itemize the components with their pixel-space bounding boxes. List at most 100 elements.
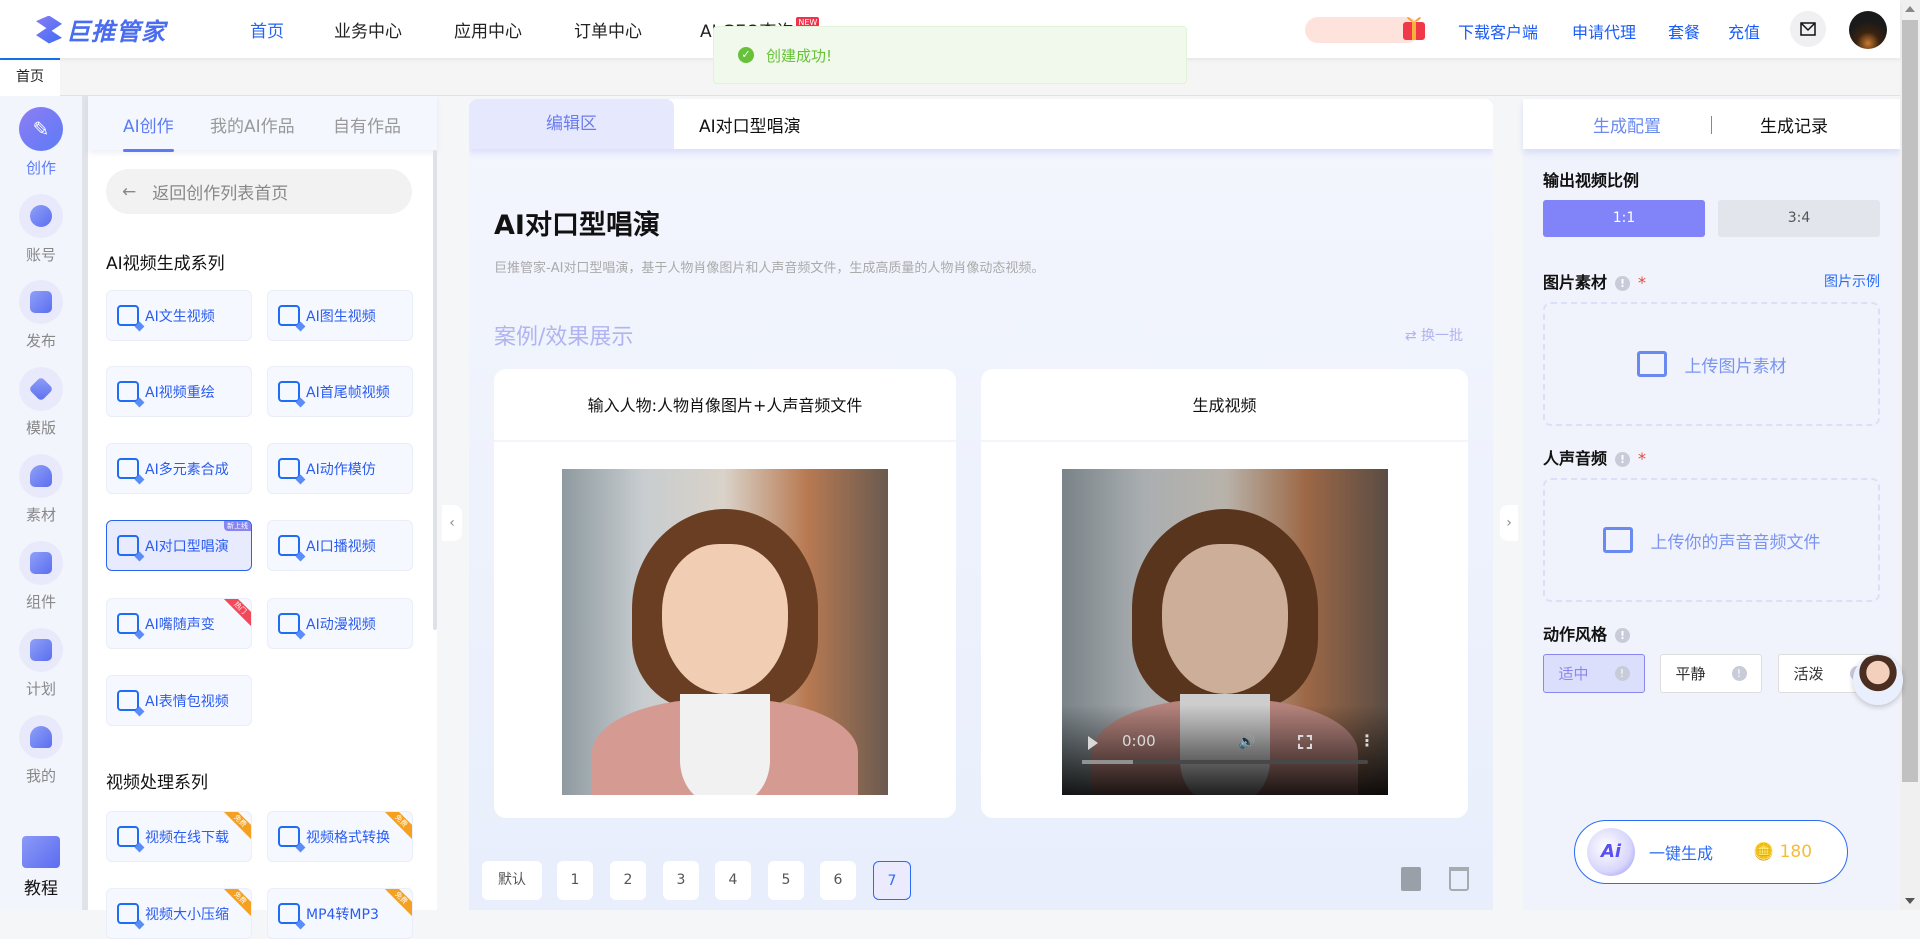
feature-talking-video[interactable]: AI口播视频 (267, 520, 413, 571)
editor-area: 编辑区 AI对口型唱演 AI对口型唱演 巨推管家-AI对口型唱演，基于人物肖像图… (469, 99, 1493, 910)
rail-item-account[interactable]: 账号 (0, 194, 82, 265)
page-7[interactable]: 7 (873, 861, 911, 900)
feature-motion-imitation[interactable]: AI动作模仿 (267, 443, 413, 494)
feature-video-download[interactable]: 视频在线下载 免费 (106, 811, 252, 862)
puzzle-icon (19, 541, 63, 585)
gift-icon[interactable] (1400, 10, 1428, 42)
tab-own-works[interactable]: 自有作品 (333, 112, 401, 137)
ratio-1-1-button[interactable]: 1:1 (1543, 200, 1705, 237)
style-moderate[interactable]: 适中! (1543, 654, 1645, 693)
text-video-icon (117, 305, 139, 326)
refresh-batch-button[interactable]: ⇄ 换一批 (1405, 325, 1463, 345)
tab-my-ai-works[interactable]: 我的AI作品 (210, 112, 295, 137)
new-tag: 新上线 (224, 521, 251, 531)
feature-emoji-video[interactable]: AI表情包视频 (106, 675, 252, 726)
page-4[interactable]: 4 (715, 861, 751, 900)
feature-text-to-video[interactable]: AI文生视频 (106, 290, 252, 341)
page-6[interactable]: 6 (820, 861, 856, 900)
page-3[interactable]: 3 (663, 861, 699, 900)
rail-item-mine[interactable]: 我的 (0, 715, 82, 786)
page-2[interactable]: 2 (610, 861, 646, 900)
feature-multi-element[interactable]: AI多元素合成 (106, 443, 252, 494)
layers-icon (19, 367, 63, 411)
nav-home[interactable]: 首页 (250, 17, 284, 42)
nav-apps[interactable]: 应用中心 (454, 17, 522, 42)
feature-image-to-video[interactable]: AI图生视频 (267, 290, 413, 341)
input-example-card: 输入人物:人物肖像图片+人声音频文件 (494, 369, 956, 818)
feature-format-convert[interactable]: 视频格式转换 免费 (267, 811, 413, 862)
fullscreen-icon[interactable] (1298, 735, 1312, 749)
tab-lip-sync[interactable]: AI对口型唱演 (699, 112, 801, 137)
page-scrollbar[interactable] (1900, 0, 1920, 910)
info-icon[interactable]: ! (1615, 276, 1631, 291)
panel-scrollbar[interactable] (433, 150, 437, 630)
plans-link[interactable]: 套餐 (1668, 19, 1700, 43)
compress-icon (117, 903, 139, 924)
scroll-down-icon[interactable] (1905, 898, 1915, 904)
info-icon[interactable]: ! (1615, 628, 1631, 643)
generate-button[interactable]: Ai 一键生成 🪙 180 (1574, 820, 1848, 884)
swap-icon: ⇄ (1404, 328, 1421, 344)
icon-rail: ✎ 创作 账号 发布 模版 素材 组件 计划 我的 教程 (0, 96, 82, 910)
mail-button[interactable] (1790, 11, 1826, 47)
tab-editor[interactable]: 编辑区 (469, 99, 674, 149)
scrollbar-thumb[interactable] (1902, 20, 1918, 782)
feature-anime-video[interactable]: AI动漫视频 (267, 598, 413, 649)
feature-first-last-frame[interactable]: AI首尾帧视频 (267, 366, 413, 417)
volume-icon[interactable]: 🔊 (1238, 734, 1255, 750)
feature-lip-sync[interactable]: AI对口型唱演 新上线 (106, 520, 252, 571)
video-progress-bar[interactable] (1082, 760, 1368, 764)
chevron-left-icon: ‹ (449, 515, 455, 531)
motion-icon (278, 458, 300, 479)
user-avatar[interactable] (1849, 11, 1887, 49)
feature-video-redraw[interactable]: AI视频重绘 (106, 366, 252, 417)
ratio-3-4-button[interactable]: 3:4 (1718, 200, 1880, 237)
image-example-link[interactable]: 图片示例 (1824, 271, 1880, 291)
section-title: 视频处理系列 (106, 773, 208, 793)
rail-item-materials[interactable]: 素材 (0, 454, 82, 525)
logo[interactable]: 巨推管家 (36, 12, 166, 47)
generated-video[interactable]: 0:00 🔊 ⋮ (1062, 469, 1388, 795)
tab-generate-config[interactable]: 生成配置 (1593, 112, 1661, 137)
download-client-link[interactable]: 下载客户端 (1458, 19, 1538, 43)
page-1[interactable]: 1 (557, 861, 593, 900)
scroll-up-icon[interactable] (1905, 6, 1915, 12)
collapse-right-button[interactable]: › (1500, 505, 1518, 541)
cloud-upload-icon (19, 454, 63, 498)
ratio-label: 输出视频比例 (1543, 171, 1640, 190)
rail-item-create[interactable]: ✎ 创作 (0, 107, 82, 178)
recharge-link[interactable]: 充值 (1728, 19, 1760, 43)
assistant-avatar-button[interactable] (1853, 655, 1903, 705)
play-icon[interactable] (1088, 736, 1098, 750)
coin-cost: 🪙 180 (1753, 842, 1813, 862)
trash-icon[interactable] (1449, 867, 1469, 891)
copy-icon[interactable] (1401, 867, 1421, 891)
nav-orders[interactable]: 订单中心 (574, 17, 642, 42)
page-default[interactable]: 默认 (482, 861, 542, 900)
more-options-icon[interactable]: ⋮ (1359, 731, 1375, 750)
rail-item-templates[interactable]: 模版 (0, 367, 82, 438)
page-5[interactable]: 5 (768, 861, 804, 900)
back-to-list-button[interactable]: ← 返回创作列表首页 (106, 169, 412, 214)
tab-generate-history[interactable]: 生成记录 (1760, 112, 1828, 137)
rail-item-tutorial[interactable]: 教程 (0, 836, 82, 899)
tab-ai-create[interactable]: AI创作 (123, 112, 174, 152)
apply-agent-link[interactable]: 申请代理 (1572, 19, 1636, 43)
nav-business[interactable]: 业务中心 (334, 17, 402, 42)
feature-mouth-voice[interactable]: AI嘴随声变 热门 (106, 598, 252, 649)
collapse-left-button[interactable]: ‹ (442, 505, 462, 541)
feature-mp4-to-mp3[interactable]: MP4转MP3 免费 (267, 888, 413, 939)
rail-item-components[interactable]: 组件 (0, 541, 82, 612)
style-calm[interactable]: 平静! (1660, 654, 1762, 693)
lip-sync-icon (117, 535, 139, 556)
audio-upload-area[interactable]: 上传你的声音音频文件 (1543, 478, 1880, 602)
logo-mark-icon (36, 15, 62, 44)
rail-item-publish[interactable]: 发布 (0, 280, 82, 351)
tab-home[interactable]: 首页 (0, 58, 60, 96)
page-title: AI对口型唱演 (494, 210, 660, 241)
image-upload-area[interactable]: 上传图片素材 (1543, 302, 1880, 426)
feature-video-compress[interactable]: 视频大小压缩 免费 (106, 888, 252, 939)
rail-item-plan[interactable]: 计划 (0, 628, 82, 699)
coins-icon: 🪙 (1753, 842, 1780, 862)
info-icon[interactable]: ! (1615, 452, 1631, 467)
